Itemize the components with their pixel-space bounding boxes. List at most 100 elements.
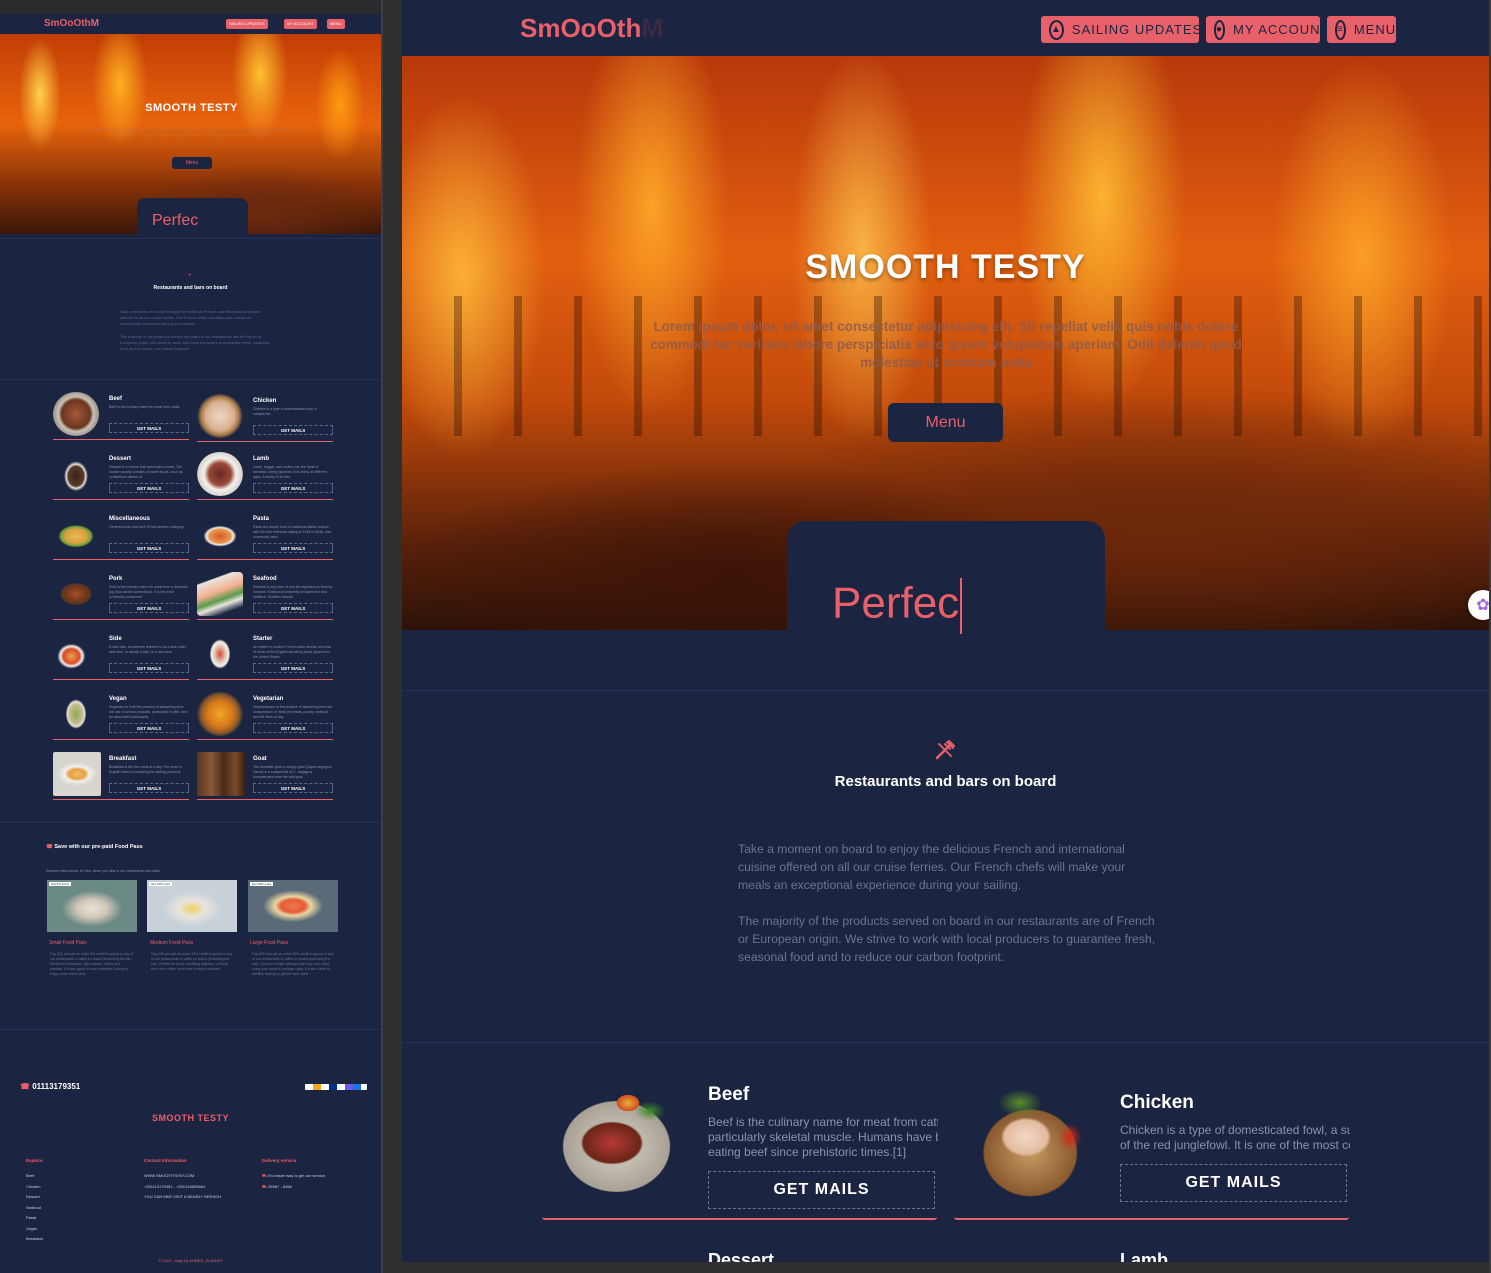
mini-card-miscellaneous: Miscellaneous General foods that don't f…: [53, 512, 189, 560]
typing-box: Perfec: [787, 521, 1105, 634]
page-overview-preview[interactable]: SmOoOthM SAILING UPDATES MY ACCOUNT MENU…: [0, 0, 383, 1273]
card-title-peek: Lamb: [1120, 1250, 1169, 1262]
mini-small-food-pass-image[interactable]: Get 5% extra: [47, 880, 137, 932]
mini-hero-menu-button[interactable]: Menu: [172, 157, 212, 169]
mini-get-mails-button[interactable]: GET MAILS: [253, 723, 333, 733]
mini-large-food-pass-name[interactable]: Large Food Pass: [250, 940, 288, 946]
mini-hero-text: Lorem ipsum dolor, sit amet consectetur …: [87, 126, 298, 137]
mini-medium-food-pass-name[interactable]: Medium Food Pass: [150, 940, 193, 946]
mini-pasta-image: [197, 512, 243, 556]
mini-get-mails-button[interactable]: GET MAILS: [109, 723, 189, 733]
mini-get-mails-button[interactable]: GET MAILS: [253, 663, 333, 673]
mini-card-title: Chicken: [253, 398, 277, 404]
mini-get-mails-button[interactable]: GET MAILS: [109, 663, 189, 673]
chicken-image: [972, 1085, 1084, 1202]
mini-goat-image: [197, 752, 245, 796]
mini-divider: [0, 822, 381, 823]
mini-footer-link[interactable]: Pasta: [26, 1215, 36, 1220]
floating-widget-icon[interactable]: ✿: [1468, 590, 1489, 620]
mini-card-title: Lamb: [253, 456, 270, 462]
mini-food-pass-subtitle: Receive extra spend, for free, when you …: [46, 869, 160, 873]
mini-footer-delivery-item: ⛟ 35967 - 6456: [262, 1184, 292, 1190]
mini-card-text: A side dish, sometimes referred to as a …: [109, 645, 187, 654]
menu-label: MENU: [1353, 22, 1397, 37]
mini-card-text: Seafood is any form of sea life regarded…: [253, 585, 333, 599]
mini-card-title: Miscellaneous: [109, 516, 151, 522]
mini-typing-box: Perfec: [137, 198, 248, 238]
mini-menu-button[interactable]: MENU: [327, 19, 345, 29]
mini-small-food-pass-name[interactable]: Small Food Pass: [49, 940, 87, 946]
mini-medium-food-pass-image[interactable]: Get 10% extra: [147, 880, 237, 932]
mini-footer-link[interactable]: Dessert: [26, 1194, 40, 1199]
section-title: Restaurants and bars on board: [834, 773, 1057, 790]
mini-top-strip: [0, 0, 381, 14]
mini-my-account-button[interactable]: MY ACCOUNT: [284, 19, 317, 29]
mini-card-title: Pork: [109, 576, 123, 582]
site-logo[interactable]: SmOoOthM: [520, 13, 663, 44]
user-circle-icon: ●: [1214, 19, 1226, 40]
mini-footer-link[interactable]: Vegan: [26, 1226, 37, 1231]
get-mails-button[interactable]: GET MAILS: [708, 1171, 935, 1209]
mini-get-mails-button[interactable]: GET MAILS: [109, 603, 189, 613]
mini-large-food-pass-image[interactable]: Get 15% extra: [248, 880, 338, 932]
mini-get-mails-button[interactable]: GET MAILS: [109, 423, 189, 433]
mini-footer-copyright: © 2020 . copy by AHMED_ELSUWY: [158, 1258, 223, 1263]
mini-card-title: Beef: [109, 396, 123, 402]
text-cursor: [960, 578, 963, 634]
mini-divider: [0, 1029, 381, 1030]
main-viewport: SmOoOthM ▲ SAILING UPDATES ● MY ACCOUNT …: [402, 0, 1489, 1262]
mini-card-text: Pork is the culinary name for meat from …: [109, 585, 188, 599]
mini-footer-link[interactable]: Breakfast: [26, 1236, 43, 1241]
mini-food-pass-title-text: Save with our pre-paid Food Pass: [54, 844, 143, 850]
mini-footer-link[interactable]: Beef: [26, 1173, 34, 1178]
mini-card-title: Vegan: [109, 696, 127, 702]
mini-card-breakfast: Breakfast Breakfast is the first meal of…: [53, 752, 189, 800]
mini-footer-phone[interactable]: ☎ 01113179351: [20, 1082, 80, 1091]
mini-get-mails-button[interactable]: GET MAILS: [109, 783, 189, 793]
mini-card-title: Side: [109, 636, 122, 642]
mini-pass-tag: Get 5% extra: [49, 882, 71, 886]
hero-menu-button[interactable]: Menu: [888, 403, 1003, 442]
phone-icon: ☎: [20, 1082, 33, 1091]
horizontal-scrollbar[interactable]: [402, 1262, 1491, 1273]
mini-section-para-2: The majority of the products served on b…: [120, 334, 270, 351]
mini-pass-tag: Get 15% extra: [250, 882, 274, 886]
mini-footer-delivery-item: ⛟ It's easier way to get our service: [262, 1173, 325, 1179]
mini-get-mails-button[interactable]: GET MAILS: [109, 543, 189, 553]
mini-fork-icon: ⑂: [188, 273, 192, 279]
hero-title: SMOOTH TESTY: [805, 248, 1086, 286]
my-account-button[interactable]: ● MY ACCOUNT: [1206, 16, 1328, 43]
mini-get-mails-button[interactable]: GET MAILS: [109, 483, 189, 493]
mini-card-text: Lamb, hogget, and mutton are the meat of…: [253, 465, 327, 479]
mini-card-title: Breakfast: [109, 756, 137, 762]
mini-card-text: Vegetarianism is the practice of abstain…: [253, 705, 333, 719]
mini-card-text: Veganism is both the practice of abstain…: [109, 705, 188, 719]
sailing-updates-button[interactable]: ▲ SAILING UPDATES: [1041, 16, 1201, 43]
mini-starter-image: [197, 632, 243, 676]
mini-get-mails-button[interactable]: GET MAILS: [253, 425, 333, 435]
mini-footer-link[interactable]: Chicken: [26, 1184, 40, 1189]
mini-footer-website[interactable]: WWW.SMOOTHTESY.COM: [144, 1173, 194, 1178]
card-title: Beef: [708, 1084, 750, 1105]
mini-breakfast-image: [53, 752, 101, 796]
mini-get-mails-button[interactable]: GET MAILS: [253, 483, 333, 493]
mini-lamb-image: [197, 452, 243, 496]
mini-card-text: Chicken is a type of domesticated fowl, …: [253, 407, 317, 416]
mini-get-mails-button[interactable]: GET MAILS: [253, 603, 333, 613]
mini-pass-desc: Pay £22 and get an extra 5% credit to sp…: [50, 952, 134, 976]
mini-card-side: Side A side dish, sometimes referred to …: [53, 632, 189, 680]
screen: SmOoOthM SAILING UPDATES MY ACCOUNT MENU…: [0, 0, 1491, 1273]
mini-card-text: Beef is the culinary name for meat from …: [109, 405, 181, 409]
mini-card-title: Seafood: [253, 576, 277, 582]
mini-footer-delivery-title: Delivery service: [262, 1158, 297, 1163]
get-mails-button[interactable]: GET MAILS: [1120, 1164, 1347, 1202]
mini-card-title: Goat: [253, 756, 267, 762]
mini-footer-link[interactable]: Seafood: [26, 1205, 41, 1210]
hamburger-icon: ≡: [1335, 19, 1346, 40]
mini-sailing-updates-button[interactable]: SAILING UPDATES: [226, 19, 268, 29]
mini-get-mails-button[interactable]: GET MAILS: [253, 783, 333, 793]
payment-methods-icon: [305, 1084, 367, 1090]
menu-button[interactable]: ≡ MENU: [1327, 16, 1396, 43]
mini-pass-tag: Get 10% extra: [149, 882, 173, 886]
mini-get-mails-button[interactable]: GET MAILS: [253, 543, 333, 553]
